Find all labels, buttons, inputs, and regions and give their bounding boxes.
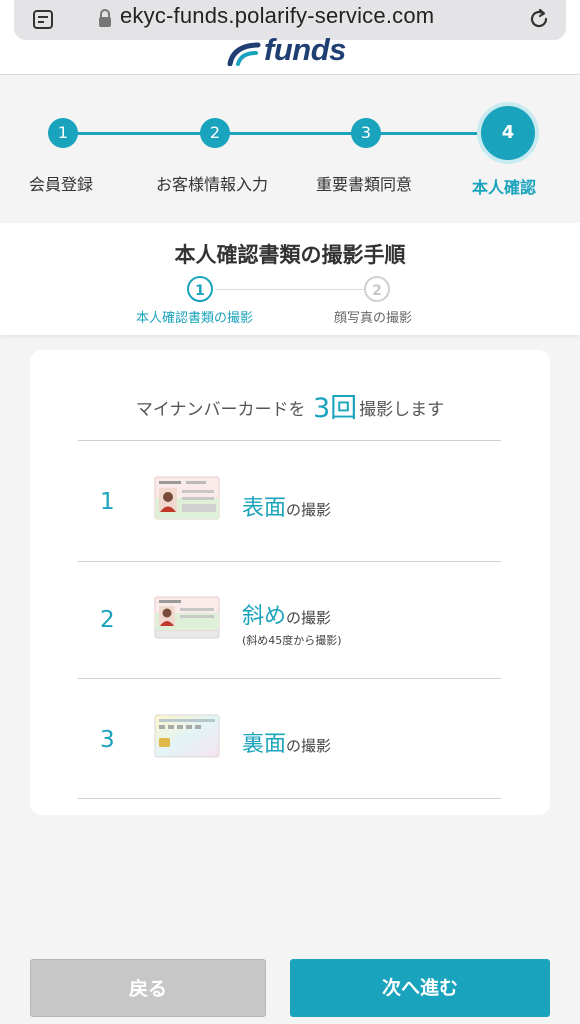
card-angled-icon — [154, 596, 220, 639]
photo-2-suffix: の撮影 — [286, 609, 332, 627]
page-title: 本人確認書類の撮影手順 — [174, 243, 406, 267]
step-4-label: 本人確認 — [472, 178, 537, 197]
logo-text: funds — [264, 32, 346, 67]
step-1-circle: 1 — [48, 118, 78, 148]
url-text[interactable]: ekyc-funds.polarify-service.com — [120, 3, 434, 29]
substep-2-circle: 2 — [364, 276, 390, 302]
back-button[interactable]: 戻る — [30, 959, 266, 1017]
divider — [78, 440, 501, 441]
photo-2-number: 2 — [100, 607, 115, 633]
step-1-label: 会員登録 — [29, 175, 94, 194]
card-front-icon — [154, 476, 220, 520]
next-button[interactable]: 次へ進む — [290, 959, 550, 1017]
photo-1-emphasis: 表面 — [242, 496, 287, 521]
intro-prefix: マイナンバーカードを — [135, 400, 306, 420]
instruction-header: 本人確認書類の撮影手順 1 2 本人確認書類の撮影 顔写真の撮影 — [0, 223, 580, 335]
step-2-label: お客様情報入力 — [156, 175, 269, 194]
intro-suffix: 撮影します — [359, 400, 445, 420]
divider — [78, 561, 501, 562]
step-3-label: 重要書類同意 — [316, 175, 413, 194]
reload-icon[interactable] — [526, 6, 552, 32]
tabs-icon[interactable] — [32, 8, 54, 32]
intro-count: 3回 — [313, 393, 357, 424]
substep-1-label: 本人確認書類の撮影 — [136, 311, 254, 326]
step-3-circle: 3 — [351, 118, 381, 148]
progress-stepper: 1 2 3 4 会員登録 お客様情報入力 重要書類同意 本人確認 — [0, 75, 580, 222]
photo-2-note: (斜め45度から撮影) — [242, 634, 342, 647]
lock-icon — [99, 9, 111, 27]
substep-1-circle: 1 — [187, 276, 213, 302]
photo-1-suffix: の撮影 — [286, 501, 332, 519]
photo-steps-card: マイナンバーカードを 3回 撮影します 1 表面の撮影 2 斜めの撮影 (斜め45… — [30, 350, 550, 815]
photo-3-number: 3 — [100, 727, 115, 753]
substep-2-label: 顔写真の撮影 — [334, 311, 413, 326]
photo-2-text: 斜めの撮影 — [242, 598, 331, 630]
photo-3-emphasis: 裏面 — [242, 732, 287, 757]
photo-3-text: 裏面の撮影 — [242, 726, 331, 758]
site-header: funds — [0, 32, 580, 75]
step-4-circle: 4 — [481, 106, 535, 160]
photo-3-suffix: の撮影 — [286, 737, 332, 755]
intro-count-unit: 回 — [330, 393, 358, 424]
stepper-line — [62, 132, 508, 135]
step-2-circle: 2 — [200, 118, 230, 148]
card-back-icon — [154, 714, 220, 758]
intro-text: マイナンバーカードを 3回 撮影します — [30, 386, 550, 425]
logo-mark-icon — [227, 42, 261, 66]
photo-2-emphasis: 斜め — [242, 604, 287, 629]
intro-count-number: 3 — [312, 393, 331, 424]
divider — [78, 678, 501, 679]
substep-line — [216, 289, 364, 290]
photo-1-number: 1 — [100, 489, 115, 515]
photo-1-text: 表面の撮影 — [242, 490, 331, 522]
divider — [78, 798, 501, 799]
